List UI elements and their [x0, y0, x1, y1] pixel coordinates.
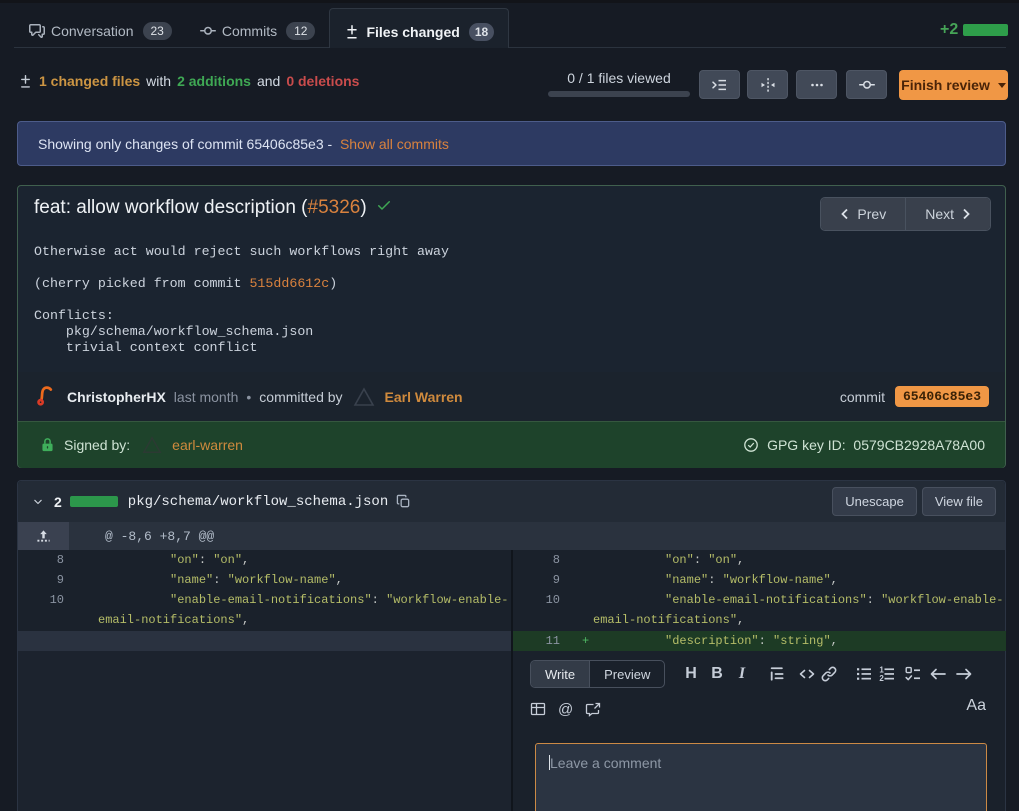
svg-text:2: 2	[879, 674, 884, 682]
